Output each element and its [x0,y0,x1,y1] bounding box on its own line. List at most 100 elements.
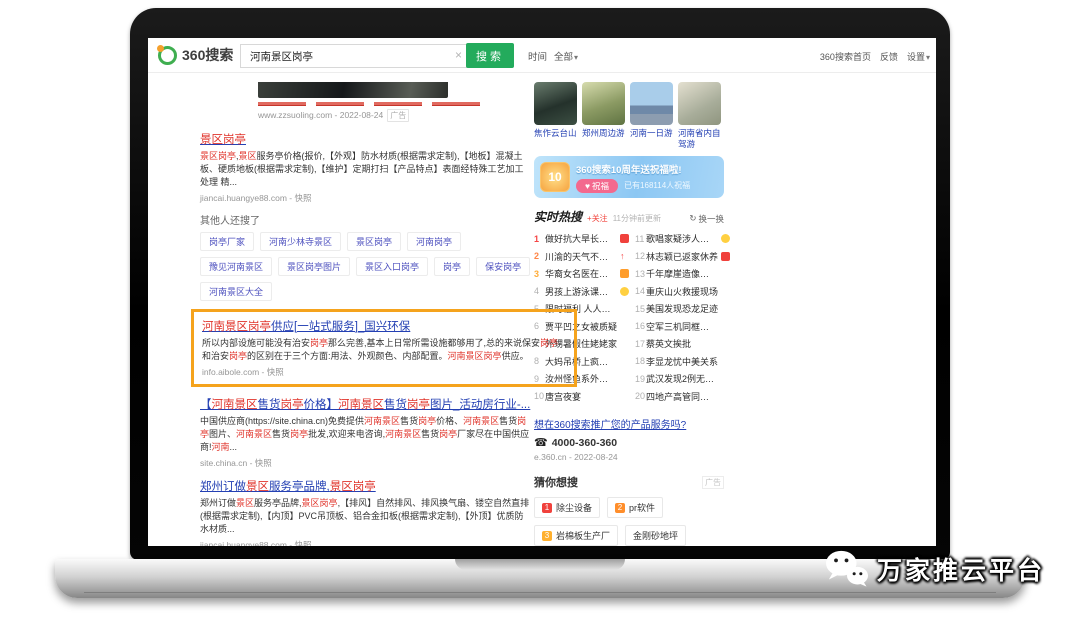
ad-link-placeholder[interactable] [316,102,364,106]
guess-search-chip[interactable]: 金刚砂地坪 [625,525,686,546]
hot-search-item[interactable]: 4男孩上游泳课感染HPV [534,283,629,301]
image-caption: 焦作云台山 [534,128,577,139]
related-search-chip[interactable]: 河南景区大全 [200,282,272,301]
banner-title: 360搜索10周年送祝福啦! [576,162,690,176]
image-thumbnail [678,82,721,125]
related-search-chip[interactable]: 豫见河南景区 [200,257,272,276]
related-search-chip[interactable]: 河南岗亭 [407,232,461,251]
search-result: 【河南景区售货岗亭价格】河南景区售货岗亭图片_活动房行业-... 中国供应商(ht… [200,395,532,469]
hot-rank: 20 [635,391,646,401]
guess-chips: 1除尘设备2pr软件3岩棉板生产厂金刚砂地坪环球网pr移动公司 [534,497,724,546]
chevron-down-icon: ▾ [926,53,930,62]
refresh-label: 换一换 [698,213,724,225]
related-search-chip[interactable]: 河南少林寺景区 [260,232,341,251]
chevron-down-icon: ▾ [574,53,578,62]
result-source: jiancai.huangye88.com - 快照 [200,192,532,204]
related-search-chip[interactable]: 景区入口岗亭 [356,257,428,276]
result-title-link[interactable]: 河南景区岗亭供应[一站式服务]_国兴环保 [202,320,410,335]
hot-search-item[interactable]: 14重庆山火救援现场 [635,283,730,301]
follow-tag[interactable]: +关注 [587,213,608,224]
related-searches-title: 其他人还搜了 [200,212,532,227]
hot-badge-face-icon [620,287,629,296]
hot-search-item[interactable]: 10唐宫夜宴 [534,388,629,406]
hot-search-item[interactable]: 18李显龙忧中美关系 [635,353,730,371]
hot-search-item[interactable]: 13千年摩崖造像重见天日 [635,265,730,283]
ad-link-placeholder[interactable] [432,102,480,106]
laptop-frame: 360搜索 × 搜索 时间 全部▾ 360搜索首页 反馈 设置▾ www.zzs… [130,8,950,560]
hot-search-item[interactable]: 15美国发现恐龙足迹 [635,300,730,318]
hot-column-right: 11歌唱家疑涉人口贩卖12林志颖已返家休养13千年摩崖造像重见天日14重庆山火救… [635,230,730,405]
anniversary-banner[interactable]: 10 360搜索10周年送祝福啦! ♥祝福 已有168114人祝福 [534,156,724,198]
promo-link[interactable]: 想在360搜索推广您的产品服务吗? [534,416,686,431]
related-search-chip[interactable]: 岗亭厂家 [200,232,254,251]
hot-search-item[interactable]: 12林志颖已返家休养 [635,248,730,266]
hot-text: 歌唱家疑涉人口贩卖 [646,232,718,245]
related-search-chip[interactable]: 景区岗亭 [347,232,401,251]
hot-text: 李显龙忧中美关系 [646,355,718,368]
hot-text: 林志颖已返家休养 [646,250,718,263]
search-button[interactable]: 搜索 [466,43,514,68]
page: 360搜索 × 搜索 时间 全部▾ 360搜索首页 反馈 设置▾ www.zzs… [0,0,1080,628]
guess-search-chip[interactable]: 2pr软件 [607,497,663,518]
image-result[interactable]: 河南省内自驾游 [678,82,721,150]
bless-button[interactable]: ♥祝福 [576,179,618,193]
hot-text: 千年摩崖造像重见天日 [646,267,718,280]
search-result: 郑州订做景区服务亭品牌,景区岗亭郑州订做景区服务亭品牌,景区岗亭,【排风】自然排… [200,477,532,546]
hot-search-item[interactable]: 3华裔女名医在美遇害 [534,265,629,283]
search-result: 景区岗亭景区岗亭,景区服务亭价格(报价,【外观】防水材质(根据需求定制),【地板… [200,130,532,204]
search-input[interactable] [248,45,448,67]
image-caption: 河南一日游 [630,128,673,139]
link-360-home[interactable]: 360搜索首页 [820,50,871,63]
hot-search-item[interactable]: 19武汉发现2例无症状 [635,370,730,388]
result-title-link[interactable]: 【河南景区售货岗亭价格】河南景区售货岗亭图片_活动房行业-... [200,398,530,413]
result-description: 中国供应商(https://site.china.cn)免费提供河南景区售货岗亭… [200,415,532,454]
related-search-chip[interactable]: 景区岗亭图片 [278,257,350,276]
hot-text: 川渝的天气不敢调侃 [545,250,617,263]
banner-content: 360搜索10周年送祝福啦! ♥祝福 已有168114人祝福 [576,162,690,193]
hot-text: 武汉发现2例无症状 [646,372,718,385]
hot-badge-red-icon [721,252,730,261]
hot-search-item[interactable]: 16空军三机同框照发布 [635,318,730,336]
hot-search-item[interactable]: 2川渝的天气不敢调侃↑ [534,248,629,266]
hot-search-item[interactable]: 11歌唱家疑涉人口贩卖 [635,230,730,248]
browser-screen: 360搜索 × 搜索 时间 全部▾ 360搜索首页 反馈 设置▾ www.zzs… [148,38,936,546]
image-result[interactable]: 河南一日游 [630,82,673,150]
result-source: site.china.cn - 快照 [200,457,532,469]
wechat-icon [824,548,870,590]
link-feedback[interactable]: 反馈 [880,50,898,63]
hot-search-item[interactable]: 20四地产高管同天被查 [635,388,730,406]
related-search-chip[interactable]: 保安岗亭 [476,257,530,276]
related-search-chip[interactable]: 岗亭 [434,257,470,276]
image-caption: 河南省内自驾游 [678,128,721,150]
image-result[interactable]: 焦作云台山 [534,82,577,150]
hot-search-item[interactable]: 1做好抗大旱长期准备 [534,230,629,248]
ad-thumbnail [258,82,448,98]
banner-subtext: 已有168114人祝福 [624,180,690,191]
result-title-link[interactable]: 景区岗亭 [200,133,246,148]
clear-icon[interactable]: × [455,48,462,62]
guess-search-chip[interactable]: 1除尘设备 [534,497,600,518]
related-search-chips: 岗亭厂家河南少林寺景区景区岗亭河南岗亭豫见河南景区景区岗亭图片景区入口岗亭岗亭保… [200,232,532,301]
hot-text: 华裔女名医在美遇害 [545,267,617,280]
search-result: www.zzsuoling.com - 2022-08-24广告 [200,82,532,122]
ad-link-placeholder[interactable] [374,102,422,106]
image-thumbnail [630,82,673,125]
filter-scope[interactable]: 全部▾ [554,49,578,63]
search-box: × [240,44,467,68]
result-title-link[interactable]: 郑州订做景区服务亭品牌,景区岗亭 [200,480,376,495]
hot-search-item[interactable]: 17蔡英文挨批 [635,335,730,353]
settings-label: 设置 [907,52,925,62]
refresh-button[interactable]: ↻换一换 [689,213,724,225]
image-result[interactable]: 郑州周边游 [582,82,625,150]
filter-time[interactable]: 时间 [528,49,547,63]
result-source: jiancai.huangye88.com - 快照 [200,539,532,546]
laptop-base-notch [455,559,625,570]
image-caption: 郑州周边游 [582,128,625,139]
link-settings[interactable]: 设置▾ [907,50,930,63]
search-header: 360搜索 × 搜索 时间 全部▾ 360搜索首页 反馈 设置▾ [148,38,936,73]
guess-search-chip[interactable]: 3岩棉板生产厂 [534,525,618,546]
phone-number: 4000-360-360 [552,437,617,449]
hot-text: 蔡英文挨批 [646,337,691,350]
ad-link-placeholder[interactable] [258,102,306,106]
logo-360-search[interactable]: 360搜索 [158,45,233,65]
